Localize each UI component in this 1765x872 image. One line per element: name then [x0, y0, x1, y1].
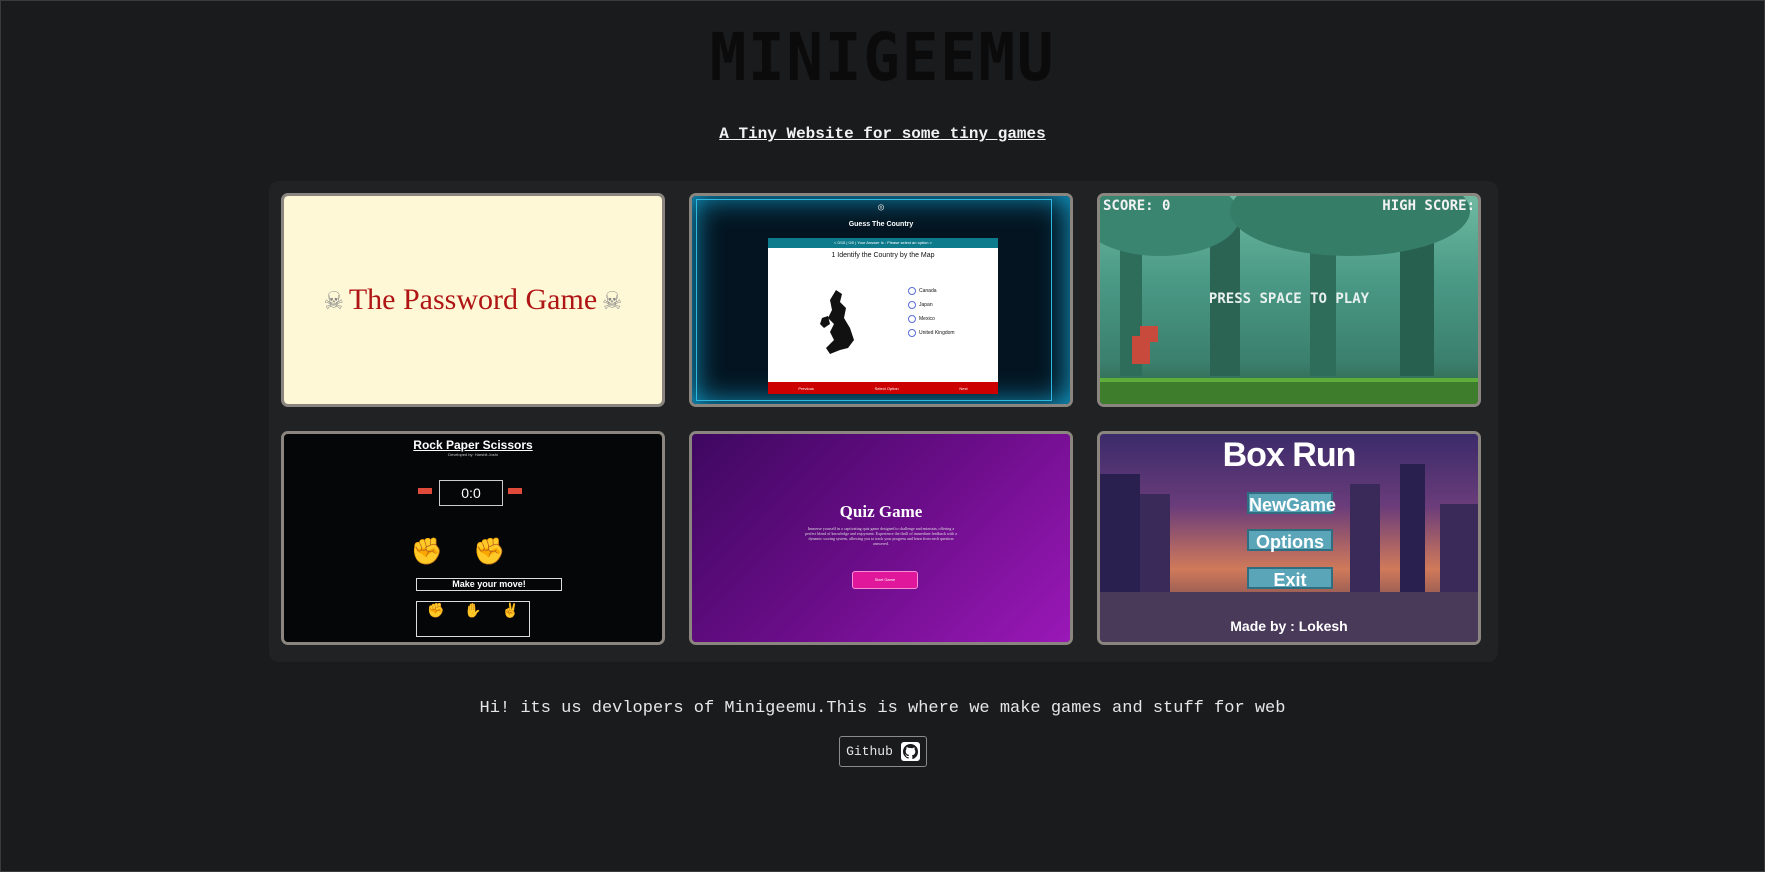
score-label: SCORE: 0 [1103, 198, 1171, 214]
new-game-button[interactable]: NewGame [1247, 492, 1336, 515]
footer-bar: Previous Select Option Next [768, 382, 998, 394]
game-card-box-run[interactable]: Box Run NewGame Options Exit Made by : L… [1097, 431, 1481, 645]
game-card-quiz[interactable]: Quiz Game Immerse yourself in a captivat… [689, 431, 1073, 645]
computer-tag [508, 488, 522, 494]
player-tag [418, 488, 432, 494]
score: 0:0 [439, 480, 503, 506]
option[interactable]: Japan [908, 301, 955, 309]
option[interactable]: Mexico [908, 315, 955, 323]
subtitle: Developed by: Harshit Joshi [448, 452, 498, 457]
about-text: Hi! its us devlopers of Minigeemu.This i… [479, 699, 1286, 718]
map-icon [820, 290, 854, 354]
scissors-button[interactable]: ✌ [502, 602, 519, 636]
status-bar: < 0/15 | 0/0 | Your Answer Is : Please s… [768, 238, 998, 248]
game-title: Rock Paper Scissors [413, 438, 533, 452]
game-card-guess-country[interactable]: ◎ Guess The Country < 0/15 | 0/0 | Your … [689, 193, 1073, 407]
game-title: The Password Game [348, 283, 598, 316]
game-card-password[interactable]: ☠ The Password Game ☠ [281, 193, 665, 407]
choices: ✊ ✋ ✌ [416, 601, 530, 637]
hands-icon: ✊✊ [410, 536, 536, 566]
tagline: A Tiny Website for some tiny games [719, 125, 1046, 143]
github-label: Github [846, 744, 893, 759]
games-grid: ☠ The Password Game ☠ ◎ Guess The Countr… [269, 181, 1498, 662]
game-title: Quiz Game [839, 502, 923, 521]
option[interactable]: United Kingdom [908, 329, 955, 337]
globe-icon: ◎ [877, 203, 885, 214]
select-option-label: Select Option [874, 385, 899, 391]
previous-button[interactable]: Previous [798, 386, 814, 391]
credit: Made by : Lokesh [1230, 618, 1348, 634]
site-title: MINIGEEMU [709, 19, 1056, 96]
exit-button[interactable]: Exit [1247, 567, 1333, 590]
next-button[interactable]: Next [959, 386, 967, 391]
game-title: Box Run [1222, 436, 1357, 474]
quiz-panel: < 0/15 | 0/0 | Your Answer Is : Please s… [768, 238, 998, 394]
make-move-label: Make your move! [416, 578, 562, 591]
options-list: Canada Japan Mexico United Kingdom [908, 287, 955, 343]
github-icon [900, 742, 920, 761]
paper-button[interactable]: ✋ [464, 602, 481, 636]
game-title: Guess The Country [848, 221, 914, 228]
rock-button[interactable]: ✊ [427, 602, 444, 636]
skull-icon: ☠ [324, 284, 343, 319]
skull-icon: ☠ [603, 284, 622, 319]
press-space-prompt: PRESS SPACE TO PLAY [1208, 291, 1370, 307]
game-card-dino[interactable]: SCORE: 0 HIGH SCORE: PRESS SPACE TO PLAY [1097, 193, 1481, 407]
game-card-rock-paper-scissors[interactable]: Rock Paper Scissors Developed by: Harshi… [281, 431, 665, 645]
option[interactable]: Canada [908, 287, 955, 295]
start-game-button[interactable]: Start Game [852, 571, 918, 589]
description: Immerse yourself in a captivating quiz g… [805, 526, 957, 546]
options-button[interactable]: Options [1247, 529, 1333, 552]
github-button[interactable]: Github [839, 736, 927, 767]
question: 1 Identify the Country by the Map [831, 252, 935, 259]
ground [1100, 378, 1478, 404]
high-score-label: HIGH SCORE: [1382, 198, 1475, 214]
